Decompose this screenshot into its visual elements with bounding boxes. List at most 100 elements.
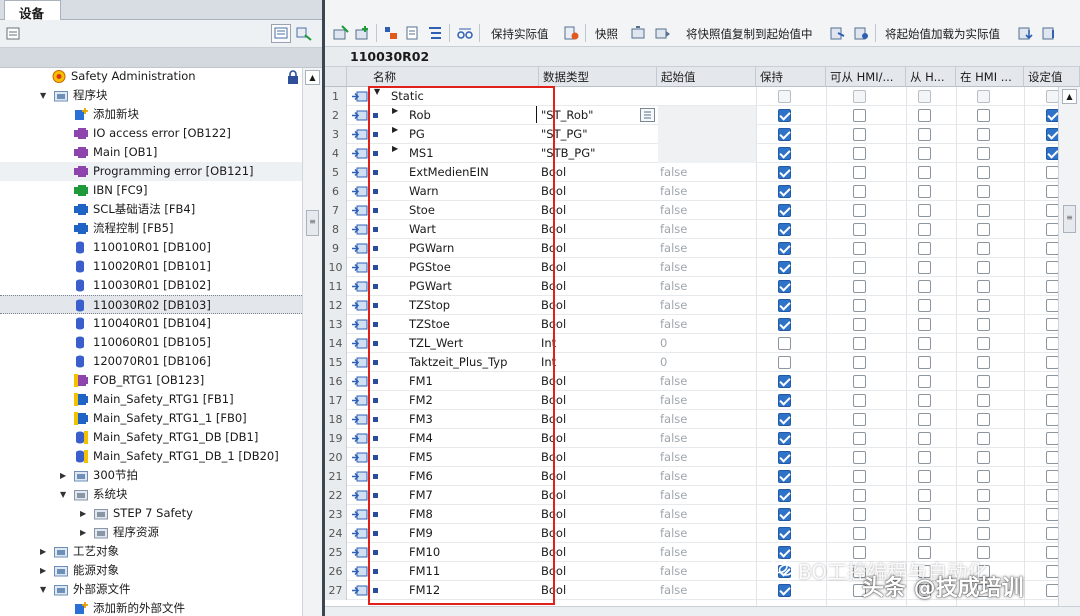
- keep-checkbox[interactable]: [778, 299, 791, 312]
- row-number[interactable]: 4: [325, 144, 347, 163]
- table-row[interactable]: 5 ExtMedienEIN Bool false: [325, 163, 1058, 182]
- table-row[interactable]: 24 FM9 Bool false: [325, 524, 1058, 543]
- add-row-icon[interactable]: [355, 25, 371, 41]
- table-row[interactable]: 19 FM4 Bool false: [325, 429, 1058, 448]
- variable-start-value[interactable]: false: [660, 315, 756, 334]
- variable-name[interactable]: FM3: [409, 410, 539, 429]
- variable-name[interactable]: Stoe: [409, 201, 539, 220]
- tree-item[interactable]: FOB_RTG1 [OB123]: [0, 371, 302, 390]
- row-number[interactable]: 5: [325, 163, 347, 182]
- c3-checkbox[interactable]: [977, 280, 990, 293]
- row-number[interactable]: 17: [325, 391, 347, 410]
- table-row[interactable]: 15 Taktzeit_Plus_Typ Int 0: [325, 353, 1058, 372]
- table-row[interactable]: 13 TZStoe Bool false: [325, 315, 1058, 334]
- c3-checkbox[interactable]: [977, 223, 990, 236]
- variable-datatype[interactable]: Bool: [541, 258, 657, 277]
- c2-checkbox[interactable]: [918, 166, 931, 179]
- set-checkbox[interactable]: [1046, 356, 1058, 369]
- c1-checkbox[interactable]: [853, 489, 866, 502]
- variable-name[interactable]: FM6: [409, 467, 539, 486]
- table-row[interactable]: 16 FM1 Bool false: [325, 372, 1058, 391]
- copy-snapshot-all-icon[interactable]: [853, 25, 869, 41]
- variable-start-value[interactable]: false: [660, 448, 756, 467]
- row-number[interactable]: 25: [325, 543, 347, 562]
- keep-checkbox[interactable]: [778, 204, 791, 217]
- col-hmi-access-header[interactable]: 可从 HMI/...: [826, 67, 906, 87]
- tree-item[interactable]: IO access error [OB122]: [0, 124, 302, 143]
- c1-checkbox[interactable]: [853, 508, 866, 521]
- table-row[interactable]: 6 Warn Bool false: [325, 182, 1058, 201]
- c3-checkbox[interactable]: [977, 356, 990, 369]
- table-row[interactable]: 11 PGWart Bool false: [325, 277, 1058, 296]
- variable-datatype[interactable]: "STB_PG": [541, 144, 657, 163]
- variable-datatype[interactable]: Bool: [541, 410, 657, 429]
- c1-checkbox[interactable]: [853, 470, 866, 483]
- row-number[interactable]: 26: [325, 562, 347, 581]
- c3-checkbox[interactable]: [977, 432, 990, 445]
- variable-name[interactable]: PGWarn: [409, 239, 539, 258]
- variable-name[interactable]: FM9: [409, 524, 539, 543]
- col-startvalue-header[interactable]: 起始值: [657, 67, 756, 87]
- c3-checkbox[interactable]: [977, 489, 990, 502]
- c2-checkbox[interactable]: [918, 280, 931, 293]
- variable-start-value[interactable]: false: [660, 391, 756, 410]
- keep-checkbox[interactable]: [778, 109, 791, 122]
- variable-name[interactable]: FM8: [409, 505, 539, 524]
- keep-checkbox[interactable]: [778, 147, 791, 160]
- c1-checkbox[interactable]: [853, 318, 866, 331]
- c1-checkbox[interactable]: [853, 128, 866, 141]
- c2-checkbox[interactable]: [918, 185, 931, 198]
- variable-name[interactable]: FM2: [409, 391, 539, 410]
- expand-arrow-icon[interactable]: ▶: [60, 466, 70, 485]
- variable-start-value[interactable]: false: [660, 296, 756, 315]
- c3-checkbox[interactable]: [977, 527, 990, 540]
- c2-checkbox[interactable]: [918, 109, 931, 122]
- variable-datatype[interactable]: Bool: [541, 220, 657, 239]
- c3-checkbox[interactable]: [977, 451, 990, 464]
- c1-checkbox[interactable]: [853, 451, 866, 464]
- collapse-arrow-icon[interactable]: ▼: [40, 86, 50, 105]
- tree-item[interactable]: Safety Administration: [0, 67, 302, 86]
- tree-scrollbar[interactable]: ▲ ≡: [302, 68, 322, 616]
- set-checkbox[interactable]: [1046, 451, 1058, 464]
- table-row[interactable]: 12 TZStop Bool false: [325, 296, 1058, 315]
- row-number[interactable]: 22: [325, 486, 347, 505]
- tree-item[interactable]: ▶ 300节拍: [0, 466, 302, 485]
- c3-checkbox[interactable]: [977, 337, 990, 350]
- tree-item[interactable]: 110020R01 [DB101]: [0, 257, 302, 276]
- c1-checkbox[interactable]: [853, 147, 866, 160]
- c1-checkbox[interactable]: [853, 223, 866, 236]
- variable-name[interactable]: FM11: [409, 562, 539, 581]
- load-start-all-icon[interactable]: [1041, 25, 1057, 41]
- keep-checkbox[interactable]: [778, 318, 791, 331]
- c2-checkbox[interactable]: [918, 375, 931, 388]
- set-checkbox[interactable]: [1046, 546, 1058, 559]
- variable-start-value[interactable]: false: [660, 163, 756, 182]
- variable-start-value[interactable]: false: [660, 429, 756, 448]
- c2-checkbox[interactable]: [918, 527, 931, 540]
- row-number[interactable]: 13: [325, 315, 347, 334]
- variable-datatype[interactable]: Bool: [541, 391, 657, 410]
- row-number[interactable]: 2: [325, 106, 347, 125]
- tree-item[interactable]: 110030R02 [DB103]: [0, 295, 302, 314]
- horizontal-scrollbar[interactable]: [325, 606, 1080, 616]
- variable-start-value[interactable]: false: [660, 410, 756, 429]
- c2-checkbox[interactable]: [918, 470, 931, 483]
- variable-datatype[interactable]: Bool: [541, 429, 657, 448]
- c1-checkbox[interactable]: [853, 109, 866, 122]
- view-toggle-button[interactable]: [271, 24, 291, 43]
- keep-checkbox[interactable]: [778, 166, 791, 179]
- table-row[interactable]: 10 PGStoe Bool false: [325, 258, 1058, 277]
- variable-datatype[interactable]: Bool: [541, 182, 657, 201]
- keep-actual-values-button[interactable]: 保持实际值: [491, 26, 549, 42]
- variable-datatype[interactable]: Bool: [541, 486, 657, 505]
- c3-checkbox[interactable]: [977, 508, 990, 521]
- variable-name[interactable]: TZStop: [409, 296, 539, 315]
- keep-checkbox[interactable]: [778, 432, 791, 445]
- row-number[interactable]: 8: [325, 220, 347, 239]
- set-checkbox[interactable]: [1046, 489, 1058, 502]
- collapse-arrow-icon[interactable]: ▼: [60, 485, 70, 504]
- set-checkbox[interactable]: [1046, 166, 1058, 179]
- variable-start-value[interactable]: false: [660, 486, 756, 505]
- monitor-glasses-icon[interactable]: [457, 25, 473, 41]
